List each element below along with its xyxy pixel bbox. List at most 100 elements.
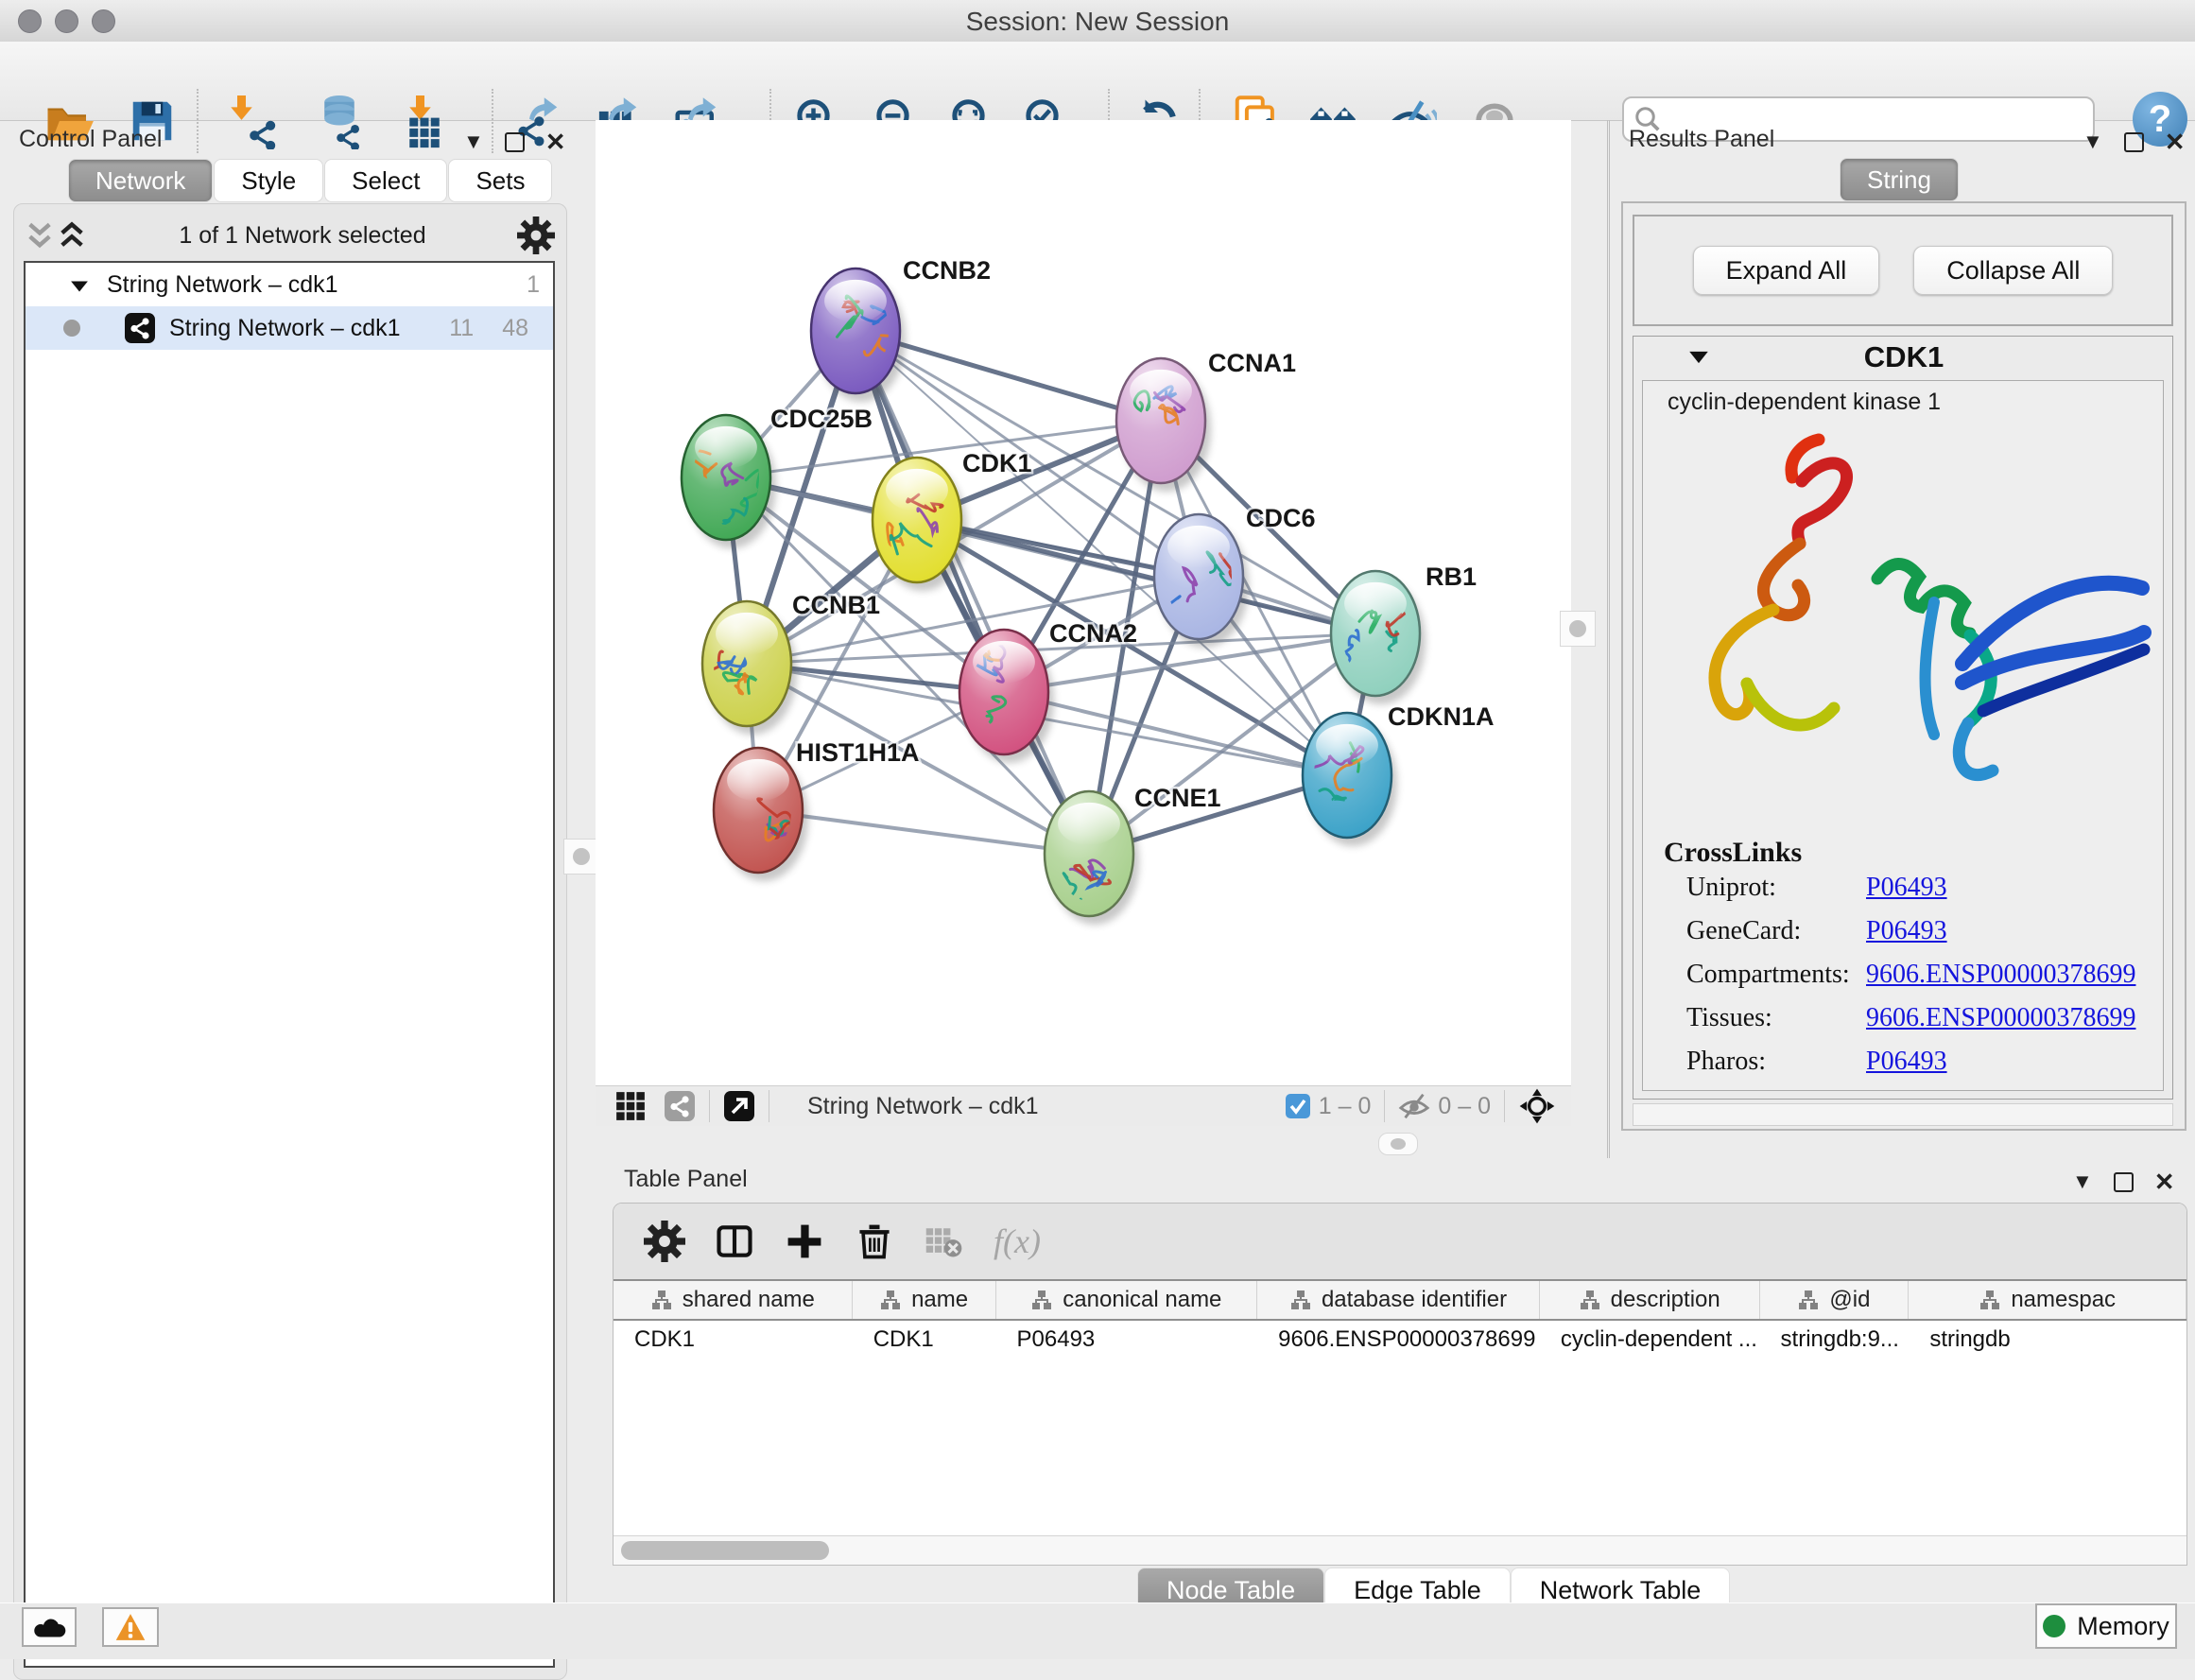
crosslink-value[interactable]: P06493 [1866, 873, 1947, 916]
node-label-RB1: RB1 [1426, 563, 1477, 591]
panel-close-icon[interactable]: ✕ [2154, 1169, 2175, 1194]
crosslink-row: Compartments:9606.ENSP00000378699 [1686, 960, 2140, 1003]
node-description: cyclin-dependent kinase 1 [1668, 389, 1941, 416]
panel-close-icon[interactable]: ✕ [545, 130, 566, 154]
node-label-CDC25B: CDC25B [770, 405, 873, 433]
table-cell[interactable]: stringdb:9... [1760, 1321, 1910, 1359]
network-collection-row[interactable]: String Network – cdk1 1 [26, 263, 553, 306]
node-card-header[interactable]: CDK1 [1633, 337, 2172, 378]
cloud-status-button[interactable] [22, 1607, 77, 1647]
network-selection-bar: 1 of 1 Network selected [24, 214, 555, 257]
birdseye-grid-icon[interactable] [614, 1090, 647, 1122]
tab-network[interactable]: Network [68, 159, 213, 202]
tab-style[interactable]: Style [214, 159, 323, 202]
panel-float-icon[interactable] [2124, 132, 2144, 152]
memory-button[interactable]: Memory [2035, 1603, 2177, 1649]
footer-separator [1384, 1090, 1385, 1122]
table-cell[interactable]: CDK1 [853, 1321, 996, 1359]
expand-all-networks-icon[interactable] [56, 218, 88, 252]
results-panel: Results Panel ▼ ✕ String Expand All Coll… [1607, 120, 2195, 1158]
crosslink-value[interactable]: P06493 [1866, 1047, 1947, 1090]
table-panel: Table Panel ▼ ✕ f(x) shared namenamecano… [596, 1158, 2195, 1602]
column-header-description[interactable]: description [1540, 1281, 1760, 1319]
network-label: String Network – cdk1 [169, 315, 401, 342]
table-cell[interactable]: 9606.ENSP00000378699 [1257, 1321, 1540, 1359]
network-node-CCNE1[interactable] [1045, 791, 1133, 916]
expand-all-button[interactable]: Expand All [1693, 246, 1880, 295]
crosslinks-title: CrossLinks [1664, 837, 1802, 869]
node-label-CCNE1: CCNE1 [1134, 784, 1221, 812]
node-result-card: CDK1 cyclin-dependent kinase 1 CrossLink… [1633, 336, 2173, 1100]
add-column-icon[interactable] [784, 1221, 825, 1262]
table-cell[interactable]: P06493 [996, 1321, 1258, 1359]
node-label-CCNB2: CCNB2 [903, 256, 991, 285]
results-scrollbar[interactable] [1633, 1103, 2173, 1126]
column-header-@id[interactable]: @id [1760, 1281, 1910, 1319]
detach-view-icon[interactable] [723, 1090, 755, 1122]
crosslink-label: Uniprot: [1686, 873, 1866, 916]
table-cell[interactable]: cyclin-dependent ... [1540, 1321, 1760, 1359]
network-canvas[interactable]: CCNB2CCNA1CDC25BCDK1CDC6RB1CCNB1CCNA2CDK… [596, 120, 1571, 1085]
crosslink-label: Pharos: [1686, 1047, 1866, 1090]
column-header-database-identifier[interactable]: database identifier [1257, 1281, 1540, 1319]
network-node-CCNA1[interactable] [1116, 358, 1205, 483]
crosslink-value[interactable]: P06493 [1866, 916, 1947, 960]
network-node-CCNB1[interactable] [698, 601, 791, 726]
column-header-name[interactable]: name [853, 1281, 996, 1319]
panel-float-icon[interactable] [505, 132, 525, 152]
card-caret-icon[interactable] [1686, 347, 1711, 368]
column-header-shared-name[interactable]: shared name [614, 1281, 853, 1319]
table-cell[interactable]: stringdb [1909, 1321, 2186, 1359]
crosslink-value[interactable]: 9606.ENSP00000378699 [1866, 960, 2135, 1003]
hidden-counts: 0 – 0 [1438, 1093, 1491, 1120]
left-splitter-handle[interactable] [563, 839, 599, 875]
column-header-namespac[interactable]: namespac [1909, 1281, 2186, 1319]
network-node-RB1[interactable] [1331, 571, 1420, 696]
control-panel-title: Control Panel [19, 126, 162, 153]
network-row[interactable]: String Network – cdk1 11 48 [26, 306, 553, 350]
table-row[interactable]: CDK1CDK1P064939606.ENSP00000378699cyclin… [614, 1321, 2186, 1359]
warnings-button[interactable] [102, 1607, 159, 1647]
panel-menu-icon[interactable]: ▼ [463, 131, 484, 152]
panel-close-icon[interactable]: ✕ [2165, 130, 2186, 154]
network-node-CDC25B[interactable] [682, 415, 770, 540]
collapse-all-networks-icon[interactable] [24, 218, 56, 252]
table-panel-title: Table Panel [624, 1166, 748, 1193]
table-scrollbar-thumb[interactable] [621, 1541, 829, 1560]
network-node-CCNB2[interactable] [811, 268, 900, 393]
panel-menu-icon[interactable]: ▼ [2083, 131, 2103, 152]
delete-column-icon[interactable] [854, 1221, 895, 1262]
column-header-canonical-name[interactable]: canonical name [996, 1281, 1258, 1319]
hidden-count-icon[interactable] [1398, 1090, 1430, 1122]
panel-menu-icon[interactable]: ▼ [2072, 1171, 2093, 1192]
crosslink-value[interactable]: 9606.ENSP00000378699 [1866, 1003, 2135, 1047]
table-body: CDK1CDK1P064939606.ENSP00000378699cyclin… [614, 1321, 2186, 1359]
network-node-HIST1H1A[interactable] [714, 748, 803, 873]
tab-sets[interactable]: Sets [448, 159, 552, 202]
cloud-icon [32, 1613, 66, 1641]
selected-count-icon[interactable] [1285, 1093, 1311, 1119]
crosslink-label: Tissues: [1686, 1003, 1866, 1047]
horizontal-splitter-handle[interactable] [1378, 1133, 1418, 1155]
network-node-CCNA2[interactable] [959, 630, 1048, 754]
panel-float-icon[interactable] [2114, 1172, 2134, 1192]
crosslink-row: Tissues:9606.ENSP00000378699 [1686, 1003, 2140, 1047]
string-results-box: Expand All Collapse All CDK1 cyclin-depe… [1621, 201, 2186, 1131]
crosslink-label: GeneCard: [1686, 916, 1866, 960]
tab-select[interactable]: Select [324, 159, 447, 202]
function-builder-icon: f(x) [994, 1221, 1041, 1261]
network-node-CDKN1A[interactable] [1303, 713, 1391, 838]
table-options-gear-icon[interactable] [644, 1221, 685, 1262]
collapse-all-button[interactable]: Collapse All [1913, 246, 2113, 295]
table-cell[interactable]: CDK1 [614, 1321, 853, 1359]
tab-string[interactable]: String [1840, 158, 1959, 201]
network-node-CDK1[interactable] [873, 458, 961, 582]
show-columns-icon[interactable] [714, 1221, 755, 1262]
fit-selected-icon[interactable] [1518, 1087, 1556, 1125]
titlebar: Session: New Session [0, 0, 2195, 43]
network-options-gear-icon[interactable] [517, 216, 555, 254]
right-splitter-handle[interactable] [1560, 611, 1596, 647]
node-label-CDKN1A: CDKN1A [1388, 702, 1495, 731]
collection-caret-icon[interactable] [67, 275, 92, 294]
network-overview-icon[interactable] [664, 1090, 696, 1122]
